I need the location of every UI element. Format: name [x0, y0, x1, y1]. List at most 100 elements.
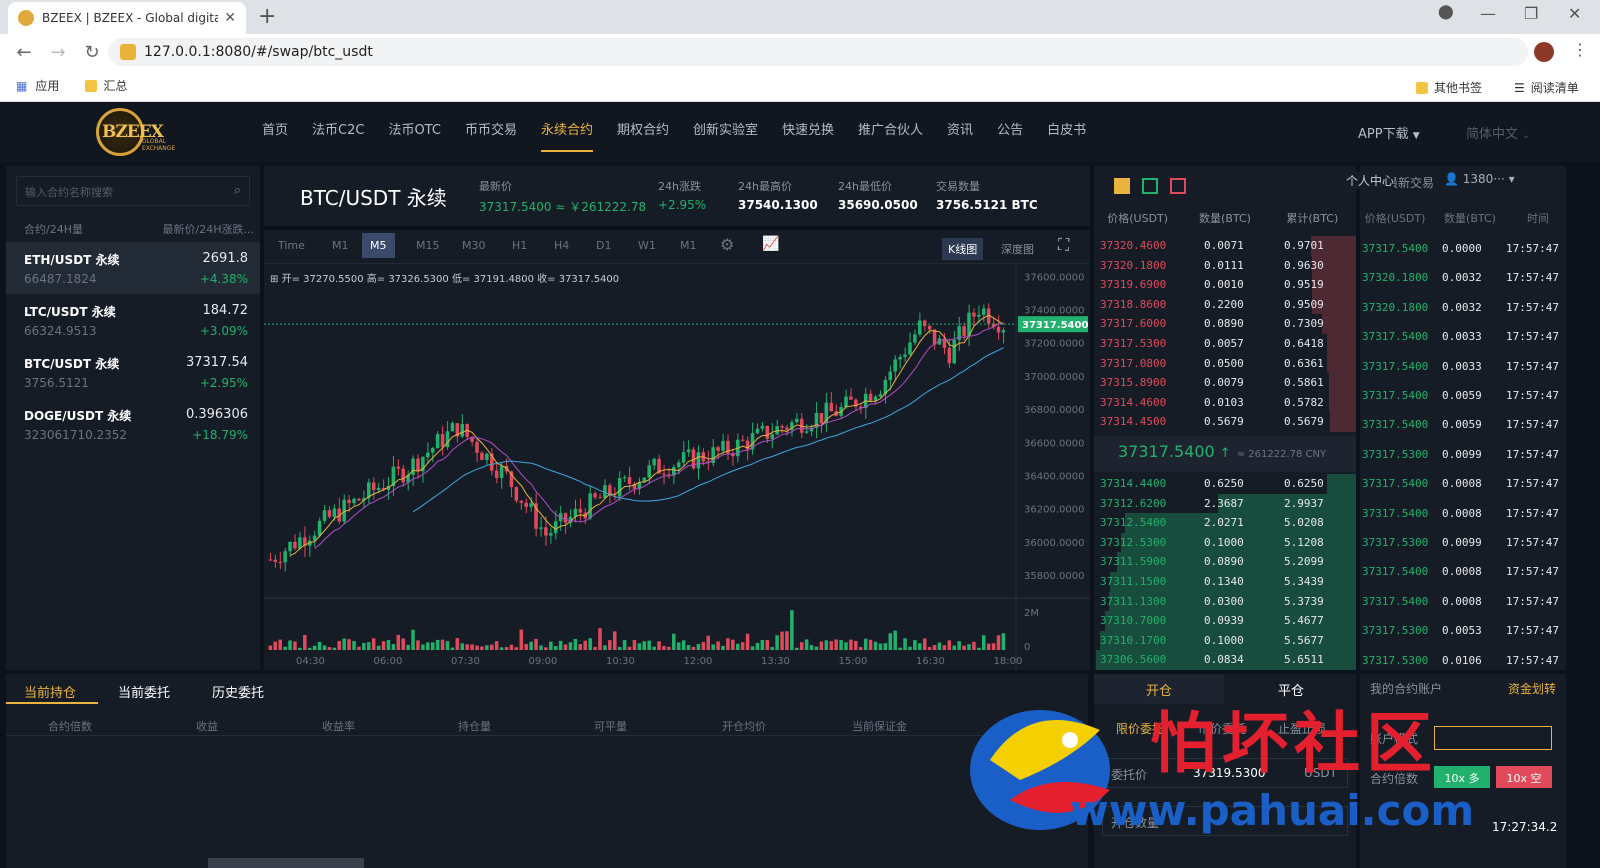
reading-list[interactable]: ☰ 阅读清单	[1514, 79, 1579, 96]
interval-d1[interactable]: D1	[596, 239, 611, 252]
gear-icon[interactable]: ⚙	[720, 235, 734, 254]
user-center-link[interactable]: 个人中心	[1346, 172, 1395, 189]
nav-notice[interactable]: 公告	[985, 102, 1035, 162]
interval-h1[interactable]: H1	[512, 239, 527, 252]
bid-row[interactable]: 37311.1300 0.0300 5.3739	[1094, 591, 1356, 612]
nav-lab[interactable]: 创新实验室	[681, 102, 770, 162]
market-row-doge[interactable]: DOGE/USDT 永续 323061710.2352 0.396306 +18.7…	[6, 398, 260, 450]
interval-m30[interactable]: M30	[462, 239, 486, 252]
forward-icon[interactable]: →	[48, 42, 68, 63]
ask-row[interactable]: 37315.8900 0.0079 0.5861	[1094, 373, 1356, 393]
bid-row[interactable]: 37310.1700 0.1000 5.5677	[1094, 630, 1356, 651]
market-row-eth[interactable]: ETH/USDT 永续 66487.1824 2691.8 +4.38%	[6, 242, 260, 294]
interval-m1[interactable]: M1	[332, 239, 349, 252]
nav-swap[interactable]: 快速兑换	[770, 102, 846, 162]
interval-w1[interactable]: W1	[638, 239, 656, 252]
other-bookmarks[interactable]: 其他书签	[1416, 79, 1482, 96]
kebab-menu-icon[interactable]: ⋮	[1572, 40, 1588, 59]
bid-row[interactable]: 37310.7000 0.0939 5.4677	[1094, 611, 1356, 631]
book-bids-icon[interactable]	[1142, 178, 1158, 194]
book-both-icon[interactable]	[1114, 178, 1130, 194]
tab-positions[interactable]: 当前持仓	[24, 682, 76, 701]
app-download-menu[interactable]: APP下载 ▼	[1358, 123, 1420, 142]
ask-row[interactable]: 37317.5300 0.0057 0.6418	[1094, 334, 1356, 354]
new-tab-icon[interactable]: +	[258, 4, 276, 29]
close-tab-icon[interactable]: ✕	[224, 10, 236, 26]
nav-otc[interactable]: 法币OTC	[376, 102, 453, 162]
ask-row[interactable]: 37320.1800 0.0111 0.9630	[1094, 255, 1356, 276]
indicator-icon[interactable]: 📈	[762, 236, 779, 252]
extension-icon[interactable]	[1534, 42, 1554, 62]
type-limit[interactable]: 限价委托	[1116, 720, 1164, 737]
candle-body	[578, 508, 583, 513]
minimize-icon[interactable]: —	[1480, 4, 1496, 23]
bid-row[interactable]: 37311.1500 0.1340 5.3439	[1094, 572, 1356, 592]
interval-m5[interactable]: M5	[362, 233, 395, 258]
candle-body	[740, 439, 745, 441]
kline-button[interactable]: K线图	[942, 238, 984, 260]
bid-row[interactable]: 37311.5900 0.0890 5.2099	[1094, 552, 1356, 572]
type-market[interactable]: 市价委托	[1198, 720, 1246, 737]
long-leverage-button[interactable]: 10x 多	[1434, 766, 1490, 788]
interval-m15[interactable]: M15	[416, 239, 440, 252]
nav-home[interactable]: 首页	[250, 102, 300, 162]
type-tpsl[interactable]: 止盈止损	[1278, 720, 1326, 737]
interval-mon[interactable]: M1	[680, 239, 697, 252]
ask-row[interactable]: 37317.6000 0.0890 0.7309	[1094, 314, 1356, 334]
candle-body	[278, 561, 282, 563]
depth-button[interactable]: 深度图	[1001, 241, 1034, 257]
site-info-icon[interactable]	[120, 44, 136, 60]
ask-row[interactable]: 37314.4500 0.5679 0.5679	[1094, 412, 1356, 432]
nav-perpetual[interactable]: 永续合约	[529, 102, 605, 162]
nav-spot[interactable]: 币币交易	[453, 102, 529, 162]
price-input[interactable]: 委托价 37319.5300 USDT	[1102, 758, 1348, 788]
bid-row[interactable]: 37314.4400 0.6250 0.6250	[1094, 474, 1356, 494]
interval-h4[interactable]: H4	[554, 239, 569, 252]
profile-menu-icon[interactable]: ⬤	[1438, 4, 1454, 20]
short-leverage-button[interactable]: 10x 空	[1496, 766, 1552, 788]
close-window-icon[interactable]: ✕	[1568, 4, 1581, 23]
search-icon[interactable]: ⌕	[234, 183, 241, 198]
browser-tab[interactable]: BZEEX | BZEEX - Global digital ✕	[8, 2, 246, 34]
site-logo[interactable]: BZEEX GLOBAL EXCHANGE	[96, 108, 196, 158]
user-menu[interactable]: 👤 1380··· ▾	[1444, 172, 1515, 186]
candle-body	[1001, 330, 1006, 333]
kline-chart[interactable]: 37600.0000 37400.0000 37200.0000 37000.0000…	[264, 264, 1090, 670]
language-select[interactable]: 简体中文 ⌄	[1466, 123, 1530, 142]
candle-body	[676, 462, 681, 468]
maximize-icon[interactable]: ❐	[1524, 4, 1538, 23]
tab-open-orders[interactable]: 当前委托	[118, 682, 170, 701]
interval-time[interactable]: Time	[278, 239, 305, 252]
tab-open-position[interactable]: 开仓	[1094, 674, 1224, 704]
back-icon[interactable]: ←	[14, 42, 34, 63]
ask-row[interactable]: 37318.8600 0.2200 0.9509	[1094, 294, 1356, 315]
ask-row[interactable]: 37314.4600 0.0103 0.5782	[1094, 392, 1356, 413]
amount-input[interactable]: 开仓数量	[1102, 806, 1348, 836]
bookmark-apps[interactable]: ▦ 应用	[16, 77, 59, 94]
bookmark-folder[interactable]: 汇总	[85, 77, 127, 94]
fullscreen-icon[interactable]: ⛶	[1058, 235, 1069, 255]
nav-partner[interactable]: 推广合伙人	[846, 102, 935, 162]
nav-whitepaper[interactable]: 白皮书	[1035, 102, 1098, 162]
address-bar[interactable]: 127.0.0.1:8080/#/swap/btc_usdt	[108, 38, 1528, 66]
tab-close-position[interactable]: 平仓	[1226, 674, 1356, 704]
book-asks-icon[interactable]	[1170, 178, 1186, 194]
market-row-btc[interactable]: BTC/USDT 永续 3756.5121 37317.54 +2.95%	[6, 346, 260, 398]
ask-row[interactable]: 37317.0800 0.0500 0.6361	[1094, 353, 1356, 374]
ask-row[interactable]: 37320.4600 0.0071 0.9701	[1094, 236, 1356, 256]
tab-history[interactable]: 历史委托	[212, 682, 264, 701]
bid-row[interactable]: 37306.5600 0.0834 5.6511	[1094, 650, 1356, 670]
bid-row[interactable]: 37312.5300 0.1000 5.1208	[1094, 532, 1356, 553]
transfer-link[interactable]: 资金划转	[1508, 680, 1556, 697]
bid-row[interactable]: 37312.6200 2.3687 2.9937	[1094, 493, 1356, 514]
reload-icon[interactable]: ↻	[82, 42, 102, 63]
horizontal-scrollbar[interactable]	[208, 858, 364, 868]
nav-options[interactable]: 期权合约	[605, 102, 681, 162]
market-row-ltc[interactable]: LTC/USDT 永续 66324.9513 184.72 +3.09%	[6, 294, 260, 346]
market-search-input[interactable]: 输入合约名称搜索 ⌕	[16, 176, 250, 206]
nav-c2c[interactable]: 法币C2C	[300, 102, 376, 162]
bid-row[interactable]: 37312.5400 2.0271 5.0208	[1094, 513, 1356, 533]
ask-row[interactable]: 37319.6900 0.0010 0.9519	[1094, 275, 1356, 295]
nav-news[interactable]: 资讯	[935, 102, 985, 162]
account-mode-select[interactable]	[1434, 726, 1552, 750]
